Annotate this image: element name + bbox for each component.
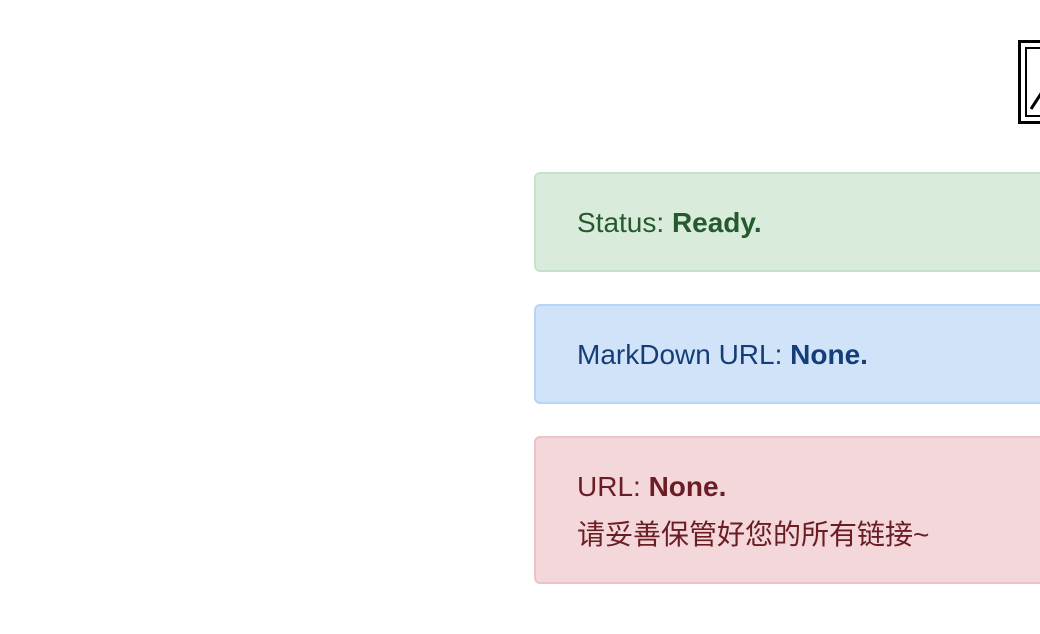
url-label: URL: <box>577 471 649 502</box>
markdown-url-line: MarkDown URL: None. <box>577 331 1040 379</box>
status-line: Status: Ready. <box>577 199 1040 247</box>
status-value: Ready. <box>671 207 762 238</box>
broken-image-frame <box>1025 47 1040 117</box>
url-line: URL: None. <box>577 463 1040 511</box>
markdown-url-value: None. <box>790 339 868 370</box>
url-note: 请妥善保管好您的所有链接~ <box>577 519 930 550</box>
markdown-url-alert: MarkDown URL: None. <box>534 304 1040 404</box>
url-alert: URL: None. 请妥善保管好您的所有链接~ <box>534 436 1040 584</box>
url-value: None. <box>648 471 727 502</box>
broken-image-icon <box>1018 40 1040 124</box>
page: Status: Ready. MarkDown URL: None. URL: … <box>0 0 1040 634</box>
broken-image-glyph <box>1029 92 1040 110</box>
status-label: Status: <box>577 207 672 238</box>
markdown-url-label: MarkDown URL: <box>577 339 791 370</box>
status-alert: Status: Ready. <box>534 172 1040 272</box>
